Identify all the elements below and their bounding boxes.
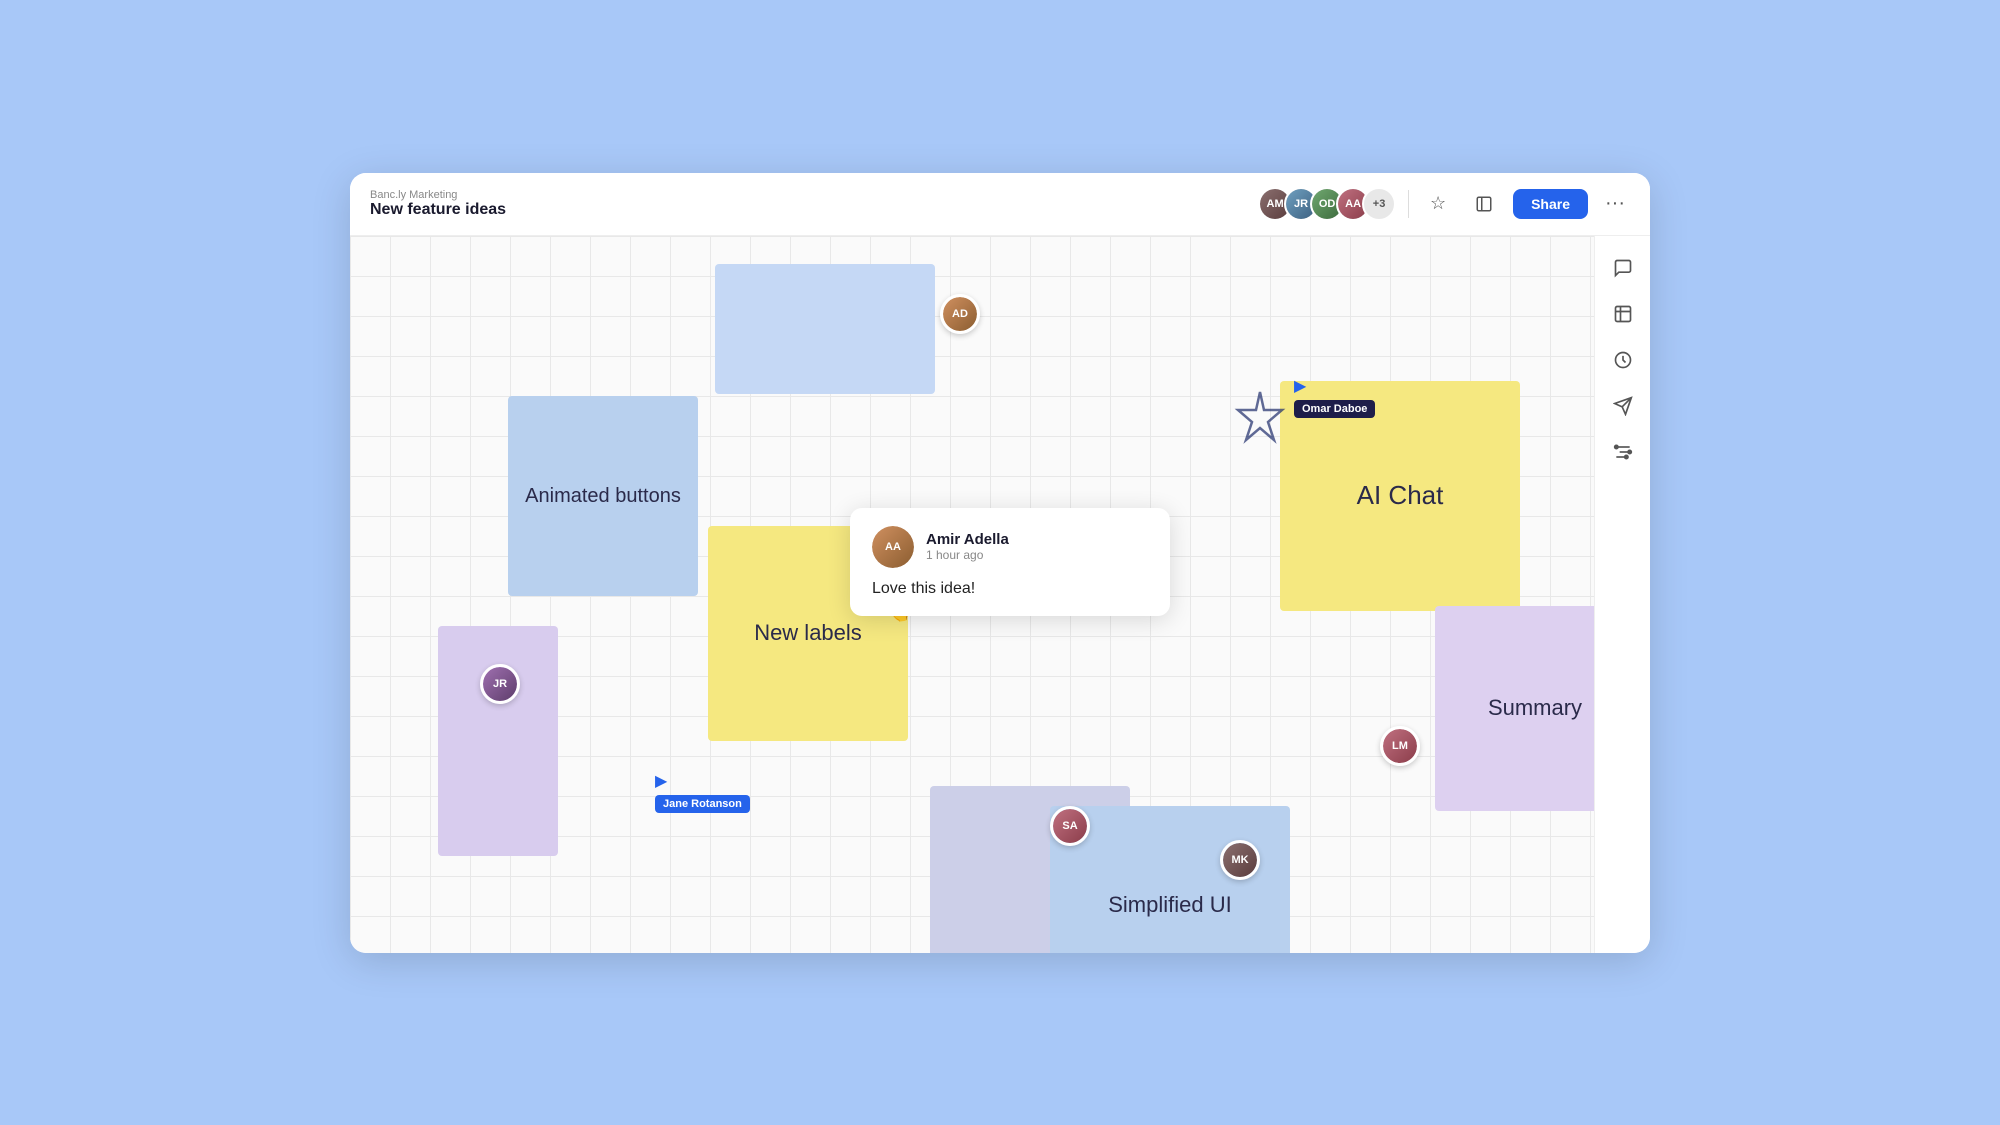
cursor-tag-jane: Jane Rotanson — [655, 795, 750, 813]
cursor-omar: ▶ Omar Daboe — [1294, 376, 1375, 418]
canvas-avatar-jane: JR — [480, 664, 520, 704]
header-right: AM JR OD AA +3 ☆ Sh — [1258, 187, 1630, 221]
breadcrumb: Banc.ly Marketing — [370, 189, 506, 201]
comment-header: AA Amir Adella 1 hour ago — [872, 526, 1148, 568]
sticky-note-animated-buttons[interactable]: Animated buttons — [508, 396, 698, 596]
star-button[interactable]: ☆ — [1421, 187, 1455, 221]
header-left: Banc.ly Marketing New feature ideas — [370, 189, 506, 219]
sticky-note-purple-left[interactable] — [438, 626, 558, 856]
page-title: New feature ideas — [370, 201, 506, 219]
avatar-group: AM JR OD AA +3 — [1258, 187, 1396, 221]
comment-text: Love this idea! — [872, 580, 1148, 598]
divider — [1408, 190, 1409, 218]
canvas-avatar-bottom-1: SA — [1050, 806, 1090, 846]
comment-time: 1 hour ago — [926, 548, 1009, 562]
right-sidebar — [1594, 236, 1650, 953]
star-decoration — [1228, 384, 1292, 457]
app-window: Banc.ly Marketing New feature ideas AM J… — [350, 173, 1650, 953]
canvas-avatar-bottom-2: MK — [1220, 840, 1260, 880]
comment-meta: Amir Adella 1 hour ago — [926, 531, 1009, 562]
share-mode-button[interactable] — [1467, 187, 1501, 221]
commenter-avatar: AA — [872, 526, 914, 568]
sidebar-comment-button[interactable] — [1603, 248, 1643, 288]
sticky-note-top[interactable] — [715, 264, 935, 394]
cursor-jane: ▶ Jane Rotanson — [655, 771, 750, 813]
sidebar-settings-button[interactable] — [1603, 432, 1643, 472]
share-button[interactable]: Share — [1513, 189, 1588, 219]
sticky-note-summary[interactable]: Summary — [1435, 606, 1594, 811]
sidebar-clock-button[interactable] — [1603, 340, 1643, 380]
comment-popup: AA Amir Adella 1 hour ago Love this idea… — [850, 508, 1170, 616]
avatar-count: +3 — [1362, 187, 1396, 221]
cursor-tag-omar: Omar Daboe — [1294, 400, 1375, 418]
more-options-button[interactable]: ··· — [1600, 189, 1630, 219]
sidebar-send-button[interactable] — [1603, 386, 1643, 426]
canvas-avatar-top: AD — [940, 294, 980, 334]
canvas-avatar-summary: LM — [1380, 726, 1420, 766]
commenter-name: Amir Adella — [926, 531, 1009, 548]
sidebar-table-button[interactable] — [1603, 294, 1643, 334]
header: Banc.ly Marketing New feature ideas AM J… — [350, 173, 1650, 236]
canvas-area: Animated buttons New labels AI Chat Summ… — [350, 236, 1650, 953]
canvas[interactable]: Animated buttons New labels AI Chat Summ… — [350, 236, 1594, 953]
